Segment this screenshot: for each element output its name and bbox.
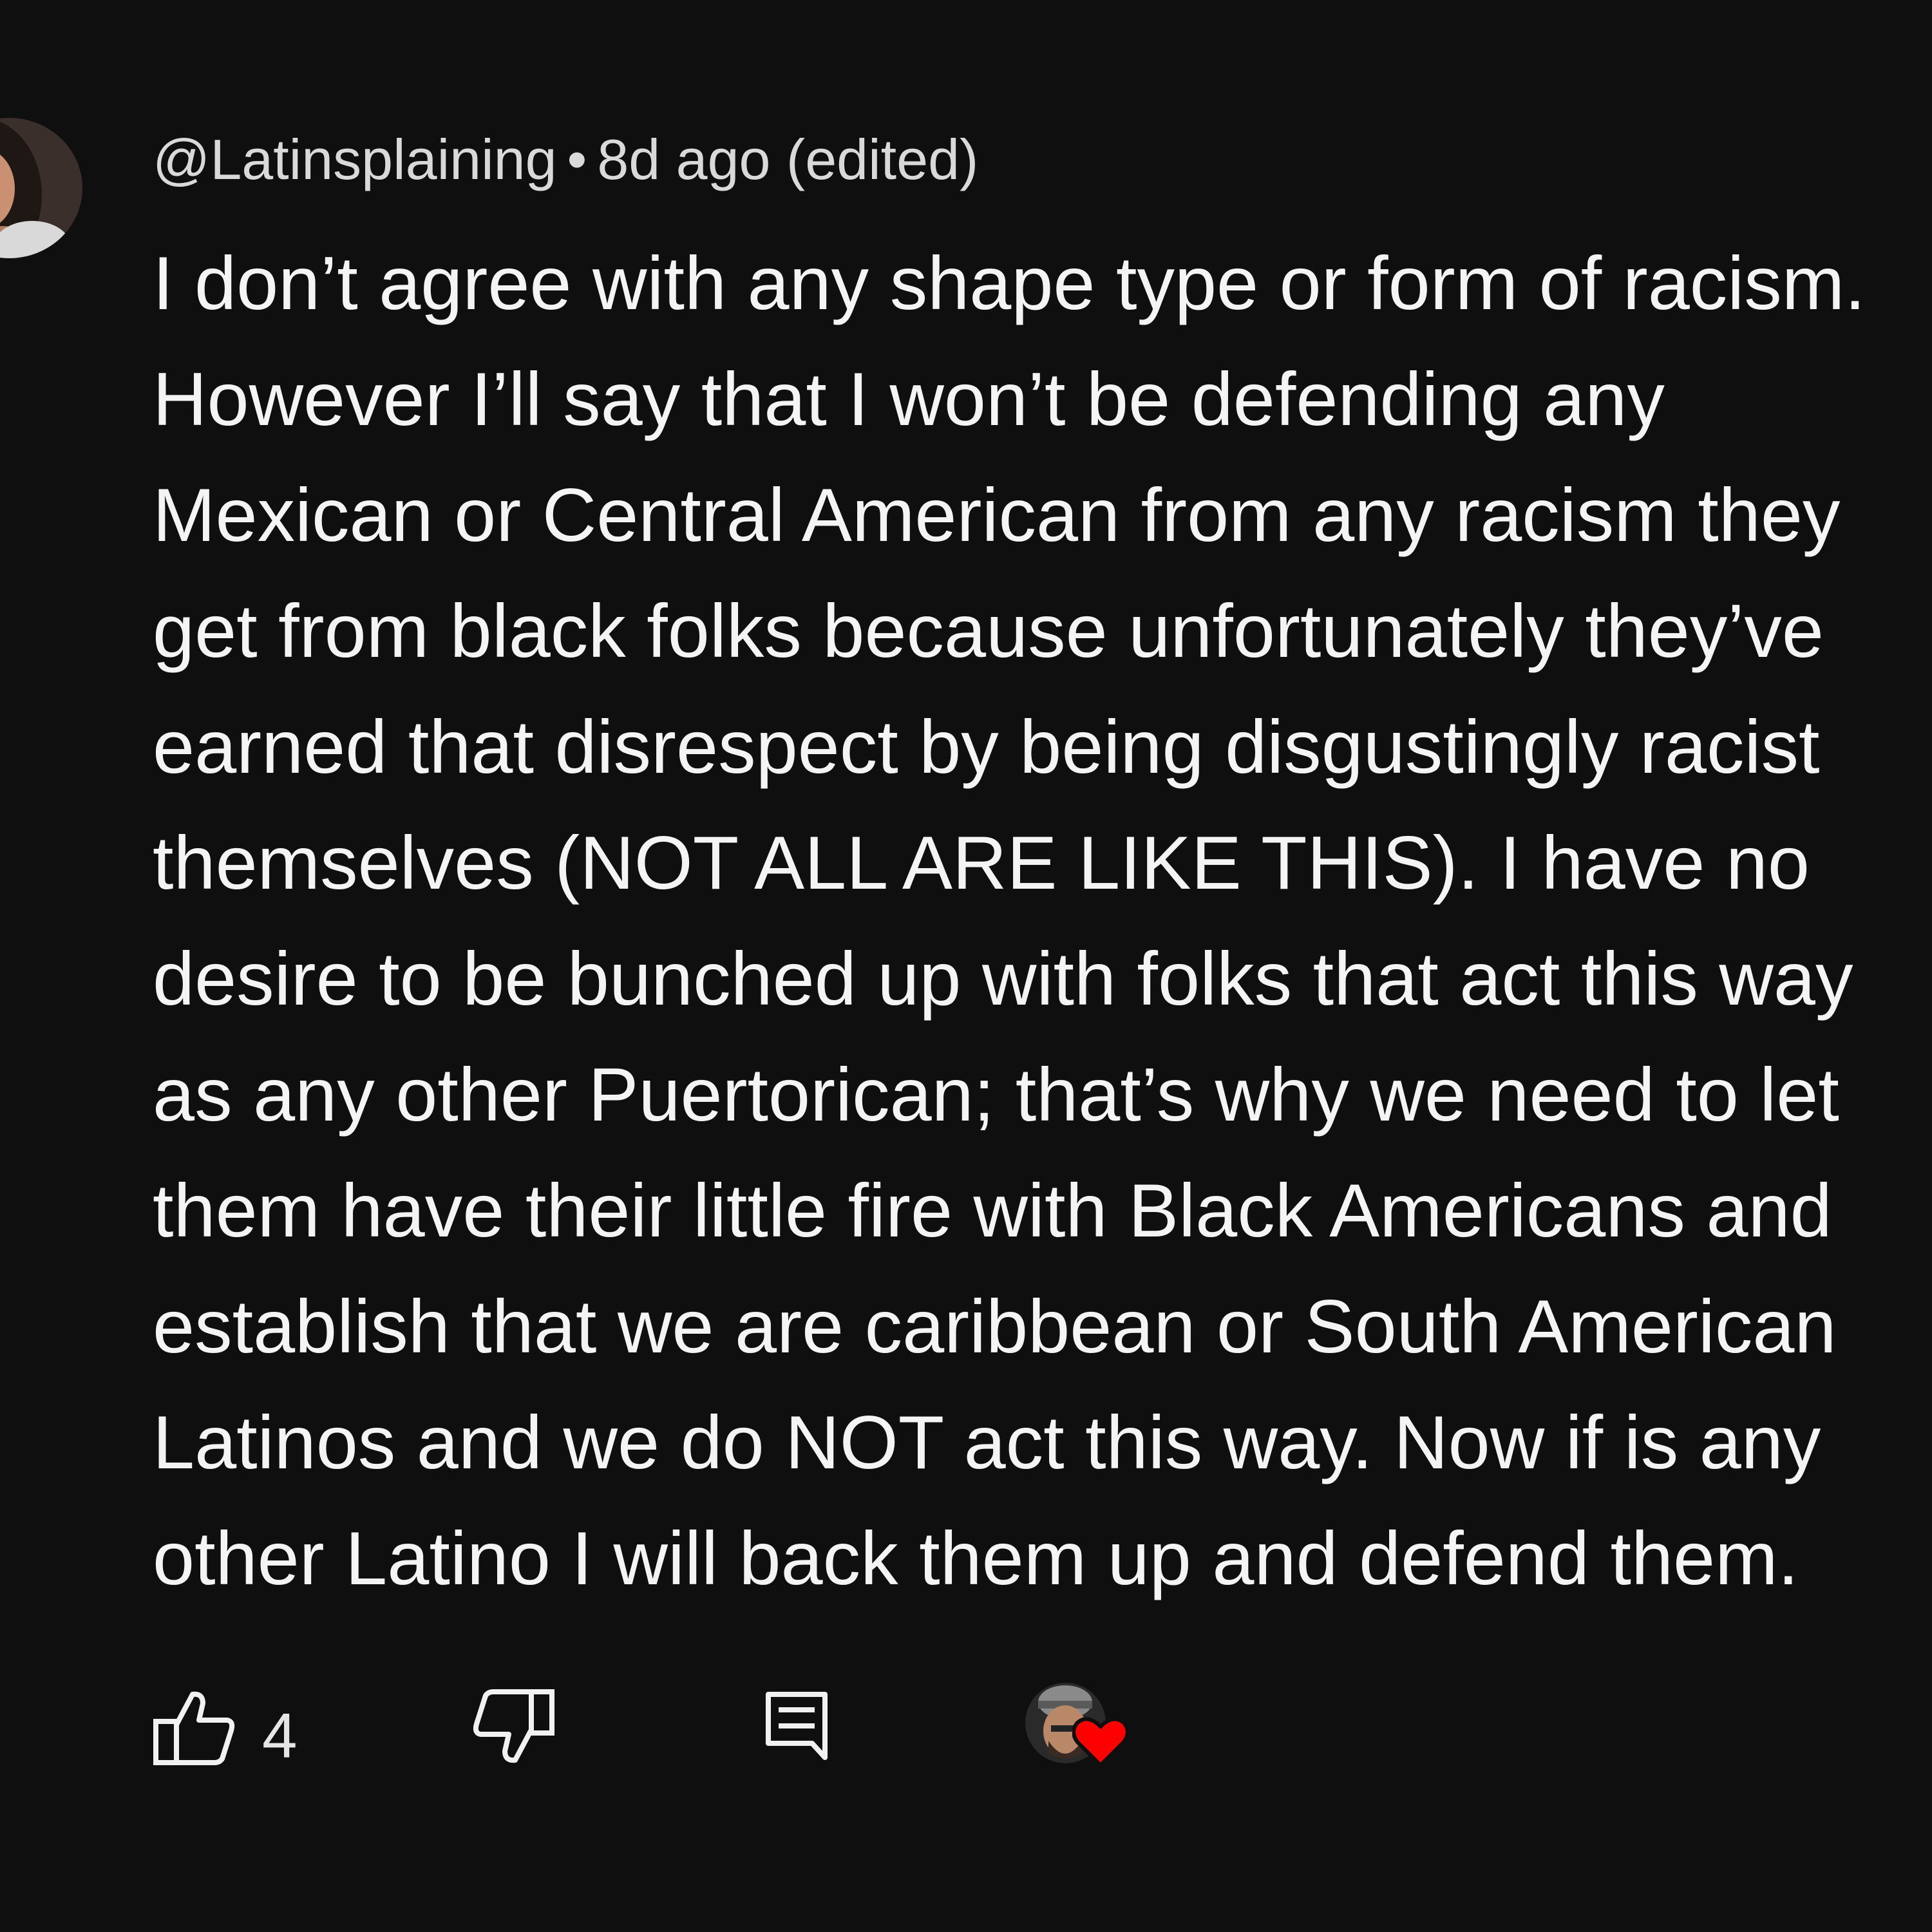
comment-line: them have their little fire with Black A… xyxy=(153,1168,1832,1253)
comment-line: as any other Puertorican; that’s why we … xyxy=(153,1052,1839,1137)
comment-line: establish that we are caribbean or South… xyxy=(153,1284,1837,1368)
reply-button[interactable] xyxy=(764,1690,829,1761)
heart-icon xyxy=(1072,1717,1129,1768)
comment-actions: 4 xyxy=(153,1683,1183,1774)
comment-line: desire to be bunched up with folks that … xyxy=(153,936,1853,1021)
author-avatar-image xyxy=(0,118,82,258)
comment-header: @Latinsplaining • 8d ago (edited) xyxy=(153,121,978,198)
comment-timestamp[interactable]: 8d ago (edited) xyxy=(597,128,978,191)
dislike-button[interactable] xyxy=(471,1688,555,1765)
comment-line: I don’t agree with any shape type or for… xyxy=(153,241,1866,325)
thumbs-up-icon xyxy=(153,1691,235,1765)
comment-line: However I’ll say that I won’t be defendi… xyxy=(153,357,1665,441)
comment-line: Mexican or Central American from any rac… xyxy=(153,473,1841,557)
comment-line: earned that disrespect by being disgusti… xyxy=(153,705,1820,789)
comment-line: Latinos and we do NOT act this way. Now … xyxy=(153,1400,1821,1484)
author-handle[interactable]: @Latinsplaining xyxy=(153,128,557,191)
header-separator: • xyxy=(567,128,587,191)
creator-heart[interactable] xyxy=(1025,1678,1138,1774)
author-avatar[interactable] xyxy=(0,118,82,258)
reply-comment-icon xyxy=(766,1692,828,1760)
like-count: 4 xyxy=(262,1700,298,1771)
comment-line: themselves (NOT ALL ARE LIKE THIS). I ha… xyxy=(153,820,1810,905)
like-button[interactable] xyxy=(153,1689,236,1766)
thumbs-down-icon xyxy=(473,1689,554,1763)
comment-line: get from black folks because unfortunate… xyxy=(153,589,1824,673)
comment-text: I don’t agree with any shape type or for… xyxy=(153,225,1932,1616)
comment-line: other Latino I will back them up and def… xyxy=(153,1516,1799,1600)
